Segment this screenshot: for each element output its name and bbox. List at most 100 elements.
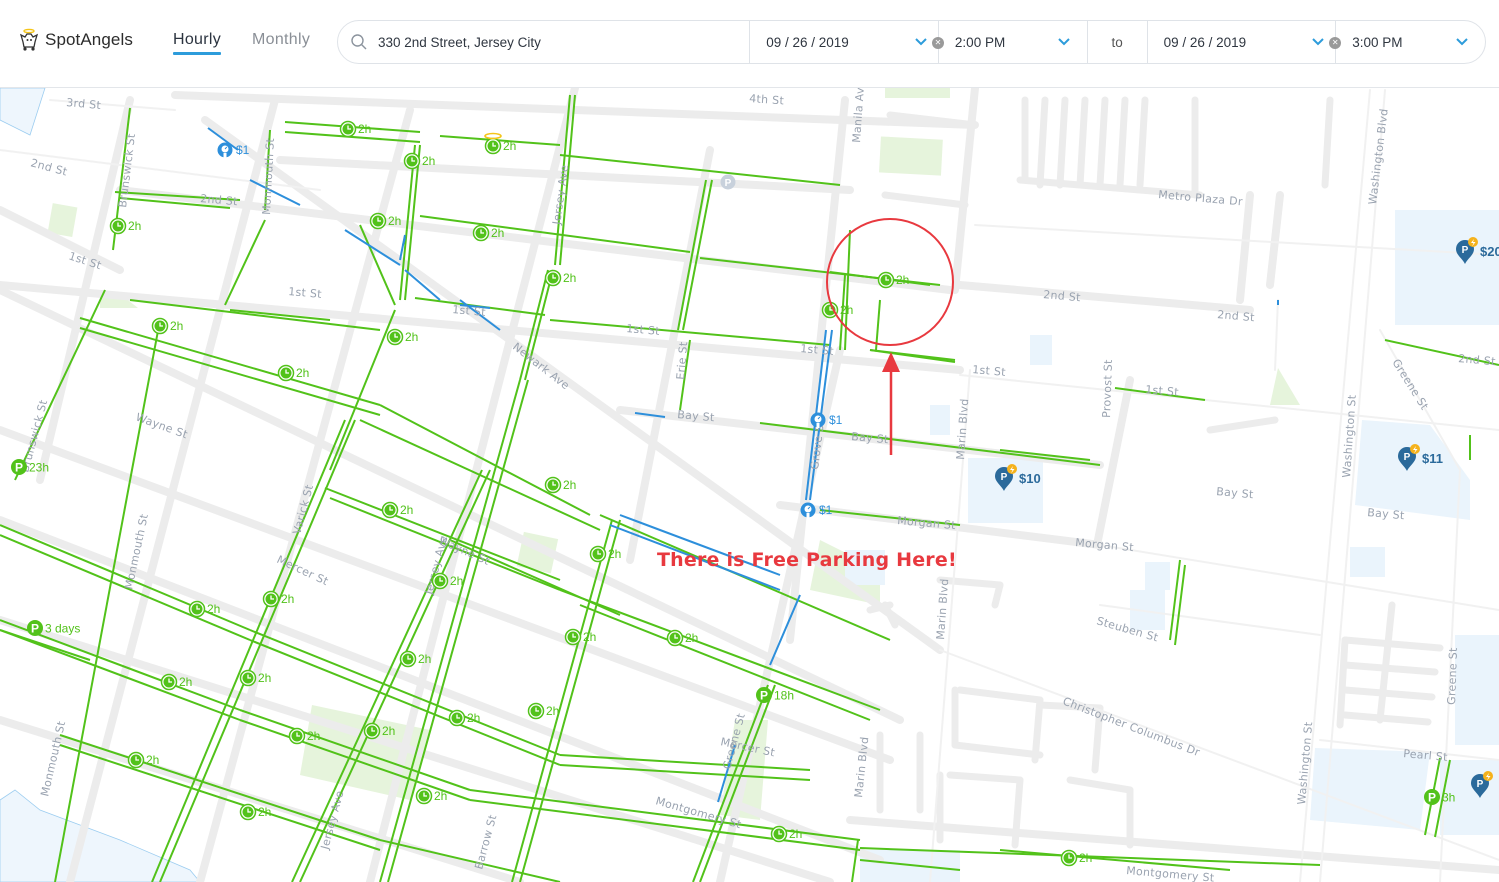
street-label: Monmouth St	[260, 137, 277, 215]
svg-text:P: P	[1428, 791, 1436, 805]
location-field[interactable]: 330 2nd Street, Jersey City	[338, 21, 751, 63]
parking-marker-label: 2h	[685, 631, 698, 645]
parking-marker-label: 2h	[258, 805, 271, 819]
street-label: Manila Ave	[850, 88, 867, 143]
parking-marker-label: 2h	[840, 303, 853, 317]
svg-text:P: P	[31, 622, 39, 636]
parking-marker-label: 2h	[405, 330, 418, 344]
parking-marker-timed[interactable]: 2h	[666, 629, 699, 647]
parking-marker-label: 2h	[422, 154, 435, 168]
parking-marker-label: 2h	[896, 273, 909, 287]
parking-marker-free[interactable]: P 18h	[756, 687, 794, 703]
parking-marker-timed[interactable]: 2h	[415, 787, 448, 805]
parking-marker-label: 3h	[1442, 791, 1455, 805]
street-label: 1st St	[452, 303, 487, 319]
parking-marker-timed[interactable]: 2h	[448, 709, 481, 727]
svg-text:P: P	[1001, 472, 1008, 483]
end-time-select[interactable]: 3:00 PM	[1336, 21, 1485, 63]
parking-marker-timed[interactable]: 2h	[527, 702, 560, 720]
parking-marker-label: 2h	[400, 503, 413, 517]
street-label: Bay St	[851, 430, 890, 446]
tab-monthly[interactable]: Monthly	[252, 31, 310, 49]
parking-marker-label: 2h	[281, 592, 294, 606]
street-label: 2nd St	[1043, 288, 1082, 304]
annotation-text: There is Free Parking Here!	[657, 549, 957, 571]
street-label: 1st St	[1145, 383, 1180, 399]
street-label: 2nd St	[29, 156, 69, 178]
street-label: Bay St	[1367, 506, 1406, 522]
street-label: Bay St	[677, 408, 716, 424]
parking-marker-timed[interactable]: 2h	[589, 545, 622, 563]
parking-marker-timed[interactable]: 2h	[544, 476, 577, 494]
parking-lot-marker-label: P	[725, 178, 732, 189]
street-label: Washington Blvd	[1366, 108, 1391, 206]
parking-marker-label: 2h	[296, 366, 309, 380]
end-date-value: 09 / 26 / 2019	[1163, 34, 1247, 50]
logo[interactable]: SpotAngels	[17, 28, 133, 52]
parking-marker-label: 2h	[450, 574, 463, 588]
parking-marker-timed[interactable]: 2h	[151, 317, 184, 335]
street-label: Morgan St	[1075, 536, 1135, 554]
end-date-field[interactable]: 09 / 26 / 2019 ✕	[1148, 21, 1342, 63]
parking-marker-label: 2h	[128, 219, 141, 233]
svg-text:P: P	[1404, 452, 1411, 463]
chevron-down-icon[interactable]	[1057, 35, 1071, 49]
start-date-field[interactable]: 09 / 26 / 2019 ✕	[750, 21, 944, 63]
street-label: 3rd St	[66, 96, 102, 112]
parking-marker-label: $20	[1480, 244, 1499, 259]
clear-start-date-icon[interactable]: ✕	[931, 37, 944, 49]
street-label: 1st St	[288, 285, 323, 301]
parking-marker-label: 18h	[774, 689, 794, 703]
parking-marker-label: 2h	[170, 319, 183, 333]
parking-marker-timed[interactable]: 2h	[369, 212, 402, 230]
street-label: Morgan St	[897, 514, 957, 532]
parking-marker-timed[interactable]: 2h	[821, 301, 854, 319]
street-label: Erie St	[674, 341, 690, 381]
parking-marker-timed[interactable]: 2h	[239, 803, 272, 821]
parking-marker-timed[interactable]: 2h	[399, 650, 432, 668]
start-time-select[interactable]: 2:00 PM	[939, 21, 1088, 63]
parking-marker-timed[interactable]: 2h	[1060, 849, 1093, 867]
parking-marker-label: 2h	[491, 226, 504, 240]
parking-marker-label: 2h	[563, 478, 576, 492]
end-time-value: 3:00 PM	[1352, 34, 1403, 50]
street-label: Wayne St	[134, 411, 190, 442]
parking-marker-free[interactable]: P 23h	[11, 459, 49, 475]
parking-lot-marker[interactable]: P	[720, 174, 736, 190]
parking-marker-timed[interactable]: 2h	[381, 501, 414, 519]
parking-marker-label: 2h	[789, 827, 802, 841]
parking-marker-timed[interactable]: 2h	[770, 825, 803, 843]
map-canvas[interactable]: 3rd St 2nd St 2nd St 1st St 1st St 1st S…	[0, 88, 1499, 882]
street-label: 4th St	[749, 92, 785, 107]
parking-map[interactable]: 3rd St 2nd St 2nd St 1st St 1st St 1st S…	[0, 88, 1499, 882]
chevron-down-icon[interactable]	[914, 35, 928, 49]
parking-marker-label: 2h	[434, 789, 447, 803]
parking-marker-timed[interactable]: 2h	[339, 120, 372, 138]
street-label: Christopher Columbus Dr	[1061, 695, 1202, 760]
parking-marker-label: 2h	[608, 547, 621, 561]
svg-text:P: P	[15, 461, 23, 475]
parking-marker-label: $1	[819, 503, 833, 517]
location-input[interactable]: 330 2nd Street, Jersey City	[378, 35, 541, 50]
parking-marker-label: $11	[1422, 451, 1443, 466]
parking-marker-free[interactable]: P 3h	[1424, 789, 1455, 805]
parking-marker-label: $10	[1019, 471, 1041, 486]
parking-marker-timed[interactable]: 2h	[109, 217, 142, 235]
parking-marker-label: 2h	[418, 652, 431, 666]
parking-marker-timed[interactable]: 2h	[544, 269, 577, 287]
parking-marker-label: 2h	[1079, 851, 1092, 865]
chevron-down-icon[interactable]	[1311, 35, 1325, 49]
chevron-down-icon[interactable]	[1455, 35, 1469, 49]
parking-marker-timed[interactable]: 2h	[188, 600, 221, 618]
start-date-value: 09 / 26 / 2019	[766, 34, 849, 50]
parking-marker-free[interactable]: P 3 days	[27, 620, 80, 636]
parking-marker-timed[interactable]: 2h	[386, 328, 419, 346]
street-label: Greene St	[1445, 647, 1460, 705]
street-label: Varick St	[290, 483, 316, 536]
parking-marker-timed[interactable]: 2h	[277, 364, 310, 382]
tab-hourly[interactable]: Hourly	[173, 31, 222, 55]
top-bar: SpotAngels Hourly Monthly 330 2nd Street…	[0, 0, 1499, 88]
parking-marker-label: 2h	[358, 122, 371, 136]
parking-marker-timed[interactable]: 2h	[288, 727, 321, 745]
street-label: 2nd St	[1217, 308, 1256, 324]
